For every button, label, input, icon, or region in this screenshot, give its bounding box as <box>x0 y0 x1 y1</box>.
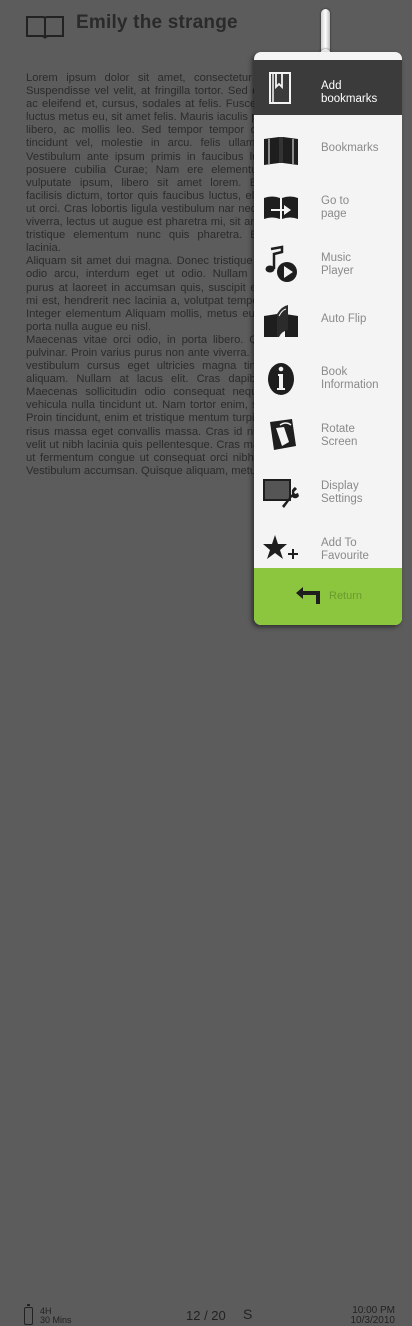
bookmarks-icon <box>264 137 298 165</box>
add-favourite-icon <box>263 535 298 559</box>
page-marker: S <box>243 1306 253 1322</box>
book-title: Emily the strange <box>76 12 238 33</box>
menu-item-label: Display Settings <box>321 480 363 505</box>
menu-item-label: Music Player <box>321 252 354 277</box>
go-to-page-icon <box>264 196 298 219</box>
info-icon <box>268 363 294 395</box>
menu-item-rotate-screen[interactable]: Rotate Screen <box>254 407 402 462</box>
add-bookmark-icon <box>269 72 291 104</box>
menu-item-label: Rotate Screen <box>321 423 358 448</box>
menu-item-label: Auto Flip <box>321 313 367 325</box>
clock: 10:00 PM 10/3/2010 <box>350 1305 396 1326</box>
menu-item-display-settings[interactable]: Display Settings <box>254 464 402 519</box>
return-arrow-icon <box>296 587 320 604</box>
battery-remaining: 4H 30 Mins <box>40 1306 72 1325</box>
menu-item-bookmarks[interactable]: Bookmarks <box>254 122 402 177</box>
music-player-icon <box>265 245 297 282</box>
menu-item-label: Bookmarks <box>321 142 379 154</box>
menu-item-auto-flip[interactable]: Auto Flip <box>254 293 402 348</box>
display-settings-icon <box>263 479 299 508</box>
menu-item-music-player[interactable]: Music Player <box>254 236 402 291</box>
rotate-screen-icon <box>270 419 296 450</box>
return-button[interactable]: Return <box>254 568 402 625</box>
menu-item-label: Book Information <box>321 366 379 391</box>
return-label: Return <box>329 590 363 602</box>
book-icon <box>26 16 64 39</box>
status-bar: 4H 30 Mins 12 / 20 S 10:00 PM 10/3/2010 <box>0 650 412 1326</box>
auto-flip-icon <box>264 305 298 337</box>
battery-icon <box>24 1304 33 1325</box>
menu-item-go-to-page[interactable]: Go to page <box>254 179 402 234</box>
menu-item-label: Add bookmarks <box>321 80 378 105</box>
reader-menu: Add bookmarks Bookmarks Go to page Music… <box>254 52 402 625</box>
menu-pull-handle[interactable] <box>320 9 331 60</box>
menu-item-add-bookmarks[interactable]: Add bookmarks <box>254 60 402 115</box>
header: Emily the strange <box>0 0 412 48</box>
page-counter: 12 / 20 <box>186 1308 226 1323</box>
menu-item-book-information[interactable]: Book Information <box>254 350 402 405</box>
menu-item-label: Add To Favourite <box>321 537 369 562</box>
menu-item-label: Go to page <box>321 195 350 220</box>
